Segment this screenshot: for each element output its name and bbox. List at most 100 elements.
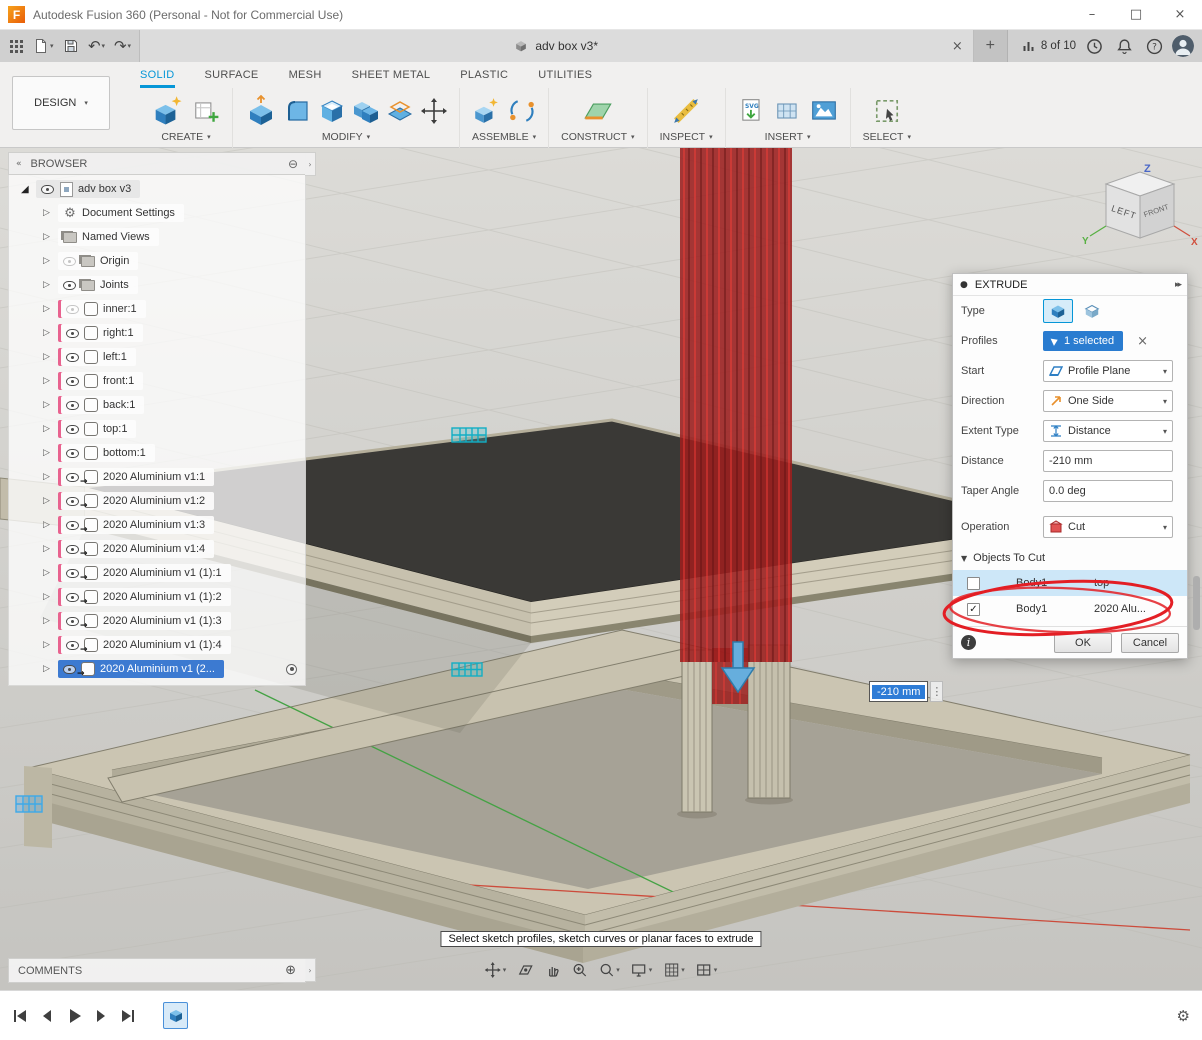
timeline-feature-extrude[interactable] (163, 1002, 188, 1029)
grid-snaps-button[interactable]: ▾ (660, 960, 688, 980)
expand-chevron-icon[interactable]: ▷ (43, 448, 58, 458)
recent-activity-button[interactable] (1082, 33, 1106, 59)
expand-chevron-icon[interactable]: ▷ (43, 568, 58, 578)
construct-plane-icon[interactable] (583, 96, 613, 126)
view-cube[interactable]: Z LEFT FRONT Y X (1078, 162, 1202, 262)
expand-chevron-icon[interactable]: ▷ (43, 424, 58, 434)
distance-float-editor[interactable]: -210 mm ⋮ (869, 681, 943, 702)
operation-dropdown[interactable]: Cut ▾ (1043, 516, 1173, 538)
select-menu[interactable]: SELECT▾ (863, 131, 911, 145)
object-checkbox[interactable] (967, 577, 980, 590)
insert-mesh-icon[interactable] (774, 97, 802, 125)
expand-chevron-icon[interactable]: ▷ (43, 544, 58, 554)
expand-chevron-icon[interactable]: ▷ (43, 280, 58, 290)
timeline-play-button[interactable] (66, 1008, 82, 1024)
new-component-icon[interactable] (472, 97, 500, 125)
browser-tree-item[interactable]: ▷ right:1 (9, 321, 305, 345)
direction-dropdown[interactable]: One Side ▾ (1043, 390, 1173, 412)
minimize-button[interactable]: – (1070, 0, 1114, 30)
browser-tree-item[interactable]: ▷ 2020 Aluminium v1 (1):3 (9, 609, 305, 633)
browser-root-item[interactable]: ◢ adv box v3 (9, 177, 305, 201)
start-dropdown[interactable]: Profile Plane ▾ (1043, 360, 1173, 382)
expand-chevron-icon[interactable]: ▷ (43, 304, 58, 314)
expand-chevron-icon[interactable]: ▷ (43, 376, 58, 386)
expand-chevron-icon[interactable]: ▷ (43, 640, 58, 650)
clear-selection-icon[interactable]: × (1137, 334, 1148, 349)
browser-tree-item[interactable]: ▷ 2020 Aluminium v1 (1):2 (9, 585, 305, 609)
new-tab-button[interactable]: + (974, 30, 1008, 62)
browser-tree-item[interactable]: ▷ 2020 Aluminium v1:3 (9, 513, 305, 537)
distance-input[interactable]: -210 mm (1043, 450, 1173, 472)
browser-tree-item[interactable]: ▷ Named Views (9, 225, 305, 249)
add-comment-icon[interactable]: ⊕ (285, 963, 296, 978)
visibility-eye-icon[interactable] (66, 617, 79, 626)
browser-tree-item[interactable]: ▷ 2020 Aluminium v1:2 (9, 489, 305, 513)
design-workspace-selector[interactable]: DESIGN▾ (12, 76, 110, 130)
display-settings-button[interactable]: ▾ (628, 960, 656, 980)
drag-grip-icon[interactable]: ⋮ (930, 681, 943, 702)
assemble-menu[interactable]: ASSEMBLE▾ (472, 131, 536, 145)
insert-menu[interactable]: INSERT▾ (765, 131, 811, 145)
joint-icon[interactable] (508, 97, 536, 125)
scrollbar-thumb[interactable] (1193, 576, 1200, 630)
expand-chevron-icon[interactable]: ▷ (43, 616, 58, 626)
visibility-eye-icon[interactable] (66, 353, 79, 362)
dialog-header[interactable]: ● EXTRUDE ▸▸ (953, 274, 1187, 296)
save-button[interactable] (59, 33, 83, 59)
insert-svg-icon[interactable]: SVG (738, 97, 766, 125)
expand-chevron-icon[interactable]: ▷ (43, 592, 58, 602)
panel-flyout-handle[interactable]: › (305, 152, 316, 176)
browser-tree-item[interactable]: ▷ front:1 (9, 369, 305, 393)
visibility-eye-icon[interactable] (63, 665, 76, 674)
undo-button[interactable]: ↶▾ (85, 33, 109, 59)
expand-chevron-icon[interactable]: ▷ (43, 328, 58, 338)
expand-chevron-icon[interactable]: ▷ (43, 496, 58, 506)
visibility-eye-icon[interactable] (66, 545, 79, 554)
collapse-all-icon[interactable]: ⊖ (288, 157, 298, 171)
free-orbit-button[interactable]: ▾ (482, 960, 510, 980)
fit-button[interactable]: ▾ (595, 960, 623, 980)
visibility-eye-icon[interactable] (66, 593, 79, 602)
ribbon-tab[interactable]: MESH (289, 69, 322, 88)
extrude-type-solid-button[interactable] (1043, 299, 1073, 323)
object-to-cut-row[interactable]: Body1 2020 Alu... (953, 596, 1187, 622)
look-at-button[interactable] (514, 960, 536, 980)
objects-to-cut-section[interactable]: ▼ Objects To Cut (953, 544, 1187, 570)
browser-tree-item[interactable]: ▷ 2020 Aluminium v1:1 (9, 465, 305, 489)
extent-type-dropdown[interactable]: Distance ▾ (1043, 420, 1173, 442)
browser-tree-item[interactable]: ▷ top:1 (9, 417, 305, 441)
expand-chevron-icon[interactable]: ▷ (43, 472, 58, 482)
ribbon-tab[interactable]: SOLID (140, 69, 175, 88)
canvas-image-icon[interactable] (810, 97, 838, 125)
collapse-panel-icon[interactable]: « (16, 159, 22, 169)
visibility-eye-icon[interactable] (66, 305, 79, 314)
expand-chevron-icon[interactable]: ◢ (21, 184, 36, 195)
timeline-go-to-start-button[interactable] (12, 1008, 28, 1024)
measure-icon[interactable] (672, 97, 700, 125)
visibility-eye-icon[interactable] (66, 329, 79, 338)
visibility-eye-icon[interactable] (66, 569, 79, 578)
distance-float-value[interactable]: -210 mm (872, 685, 925, 699)
comments-panel[interactable]: COMMENTS ⊕ › (8, 958, 306, 983)
browser-tree-item[interactable]: ▷ 2020 Aluminium v1 (2... (9, 657, 305, 681)
maximize-button[interactable]: □ (1114, 0, 1158, 30)
timeline-step-forward-button[interactable] (93, 1008, 109, 1024)
press-pull-icon[interactable] (245, 95, 277, 127)
visibility-eye-icon[interactable] (66, 449, 79, 458)
visibility-eye-icon[interactable] (66, 521, 79, 530)
expand-chevron-icon[interactable]: ▷ (43, 664, 58, 674)
ok-button[interactable]: OK (1054, 633, 1112, 653)
info-icon[interactable]: i (961, 635, 976, 650)
user-avatar[interactable] (1172, 35, 1194, 57)
browser-tree-item[interactable]: ▷ Document Settings (9, 201, 305, 225)
job-status[interactable]: 8 of 10 (1022, 39, 1076, 53)
section-collapse-icon[interactable]: ▼ (961, 554, 967, 563)
timeline-step-back-button[interactable] (39, 1008, 55, 1024)
browser-tree-item[interactable]: ▷ Joints (9, 273, 305, 297)
taper-angle-input[interactable]: 0.0 deg (1043, 480, 1173, 502)
fillet-icon[interactable] (285, 98, 311, 124)
ribbon-tab[interactable]: PLASTIC (460, 69, 508, 88)
ribbon-tab[interactable]: UTILITIES (538, 69, 592, 88)
timeline-settings-gear-icon[interactable]: ⚙ (1177, 1007, 1190, 1025)
create-menu[interactable]: CREATE▾ (161, 131, 210, 145)
